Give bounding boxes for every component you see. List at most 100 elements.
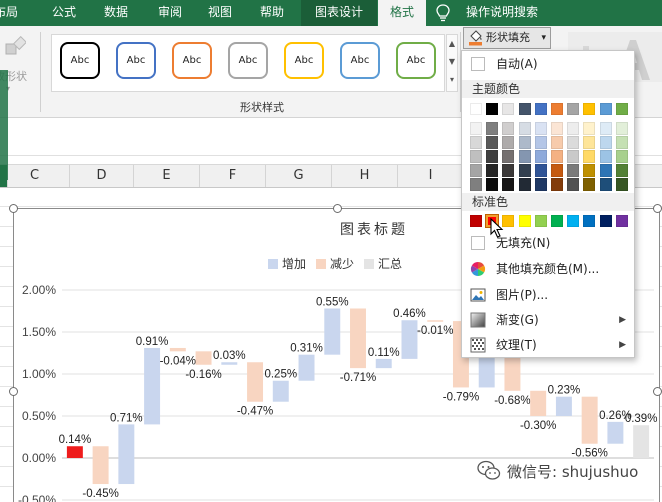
- gallery-more-icon[interactable]: ▾: [448, 72, 456, 88]
- theme-shade-swatch[interactable]: [518, 136, 531, 149]
- waterfall-bar-decrease[interactable]: [427, 320, 444, 322]
- theme-shade-swatch[interactable]: [551, 178, 563, 191]
- theme-shade-swatch[interactable]: [551, 136, 563, 149]
- theme-shade-swatch[interactable]: [615, 136, 628, 149]
- theme-shade-swatch[interactable]: [470, 150, 482, 163]
- menu-item-picture[interactable]: 图片(P)...: [462, 284, 634, 306]
- theme-shade-swatch[interactable]: [534, 150, 547, 163]
- waterfall-bar-total[interactable]: [633, 425, 650, 458]
- waterfall-bar-increase[interactable]: [144, 347, 161, 425]
- chart-resize-handle[interactable]: [9, 387, 18, 396]
- waterfall-bar-increase[interactable]: [478, 353, 495, 388]
- theme-color-swatch[interactable]: [551, 103, 563, 115]
- scroll-down-icon[interactable]: ▼: [448, 54, 456, 70]
- column-header-i[interactable]: I: [398, 165, 464, 187]
- theme-shade-swatch[interactable]: [615, 164, 628, 177]
- standard-color-swatch[interactable]: [599, 215, 612, 227]
- waterfall-bar-increase[interactable]: [401, 320, 418, 359]
- theme-shade-swatch[interactable]: [502, 136, 515, 149]
- theme-shade-swatch[interactable]: [551, 150, 563, 163]
- theme-shade-swatch[interactable]: [583, 136, 596, 149]
- waterfall-bar-decrease[interactable]: [195, 351, 212, 365]
- menu-item-more-colors[interactable]: 其他填充颜色(M)...: [462, 258, 634, 280]
- shape-style-swatch[interactable]: Abc: [60, 42, 100, 79]
- column-header-g[interactable]: G: [266, 165, 332, 187]
- shape-style-swatch[interactable]: Abc: [172, 42, 212, 79]
- ribbon-tab-0[interactable]: 布局: [0, 0, 26, 26]
- theme-shade-swatch[interactable]: [502, 150, 515, 163]
- theme-shade-swatch[interactable]: [502, 178, 515, 191]
- gallery-scroll[interactable]: ▲ ▼ ▾: [446, 34, 458, 92]
- theme-shade-swatch[interactable]: [470, 164, 482, 177]
- theme-color-swatch[interactable]: [583, 103, 596, 115]
- theme-shade-swatch[interactable]: [599, 178, 612, 191]
- menu-item-gradient[interactable]: 渐变(G) ▶: [462, 309, 634, 331]
- theme-shade-swatch[interactable]: [599, 136, 612, 149]
- waterfall-bar-increase[interactable]: [607, 421, 624, 444]
- waterfall-bar-increase[interactable]: [375, 358, 392, 369]
- theme-shade-swatch[interactable]: [518, 122, 531, 135]
- waterfall-bar-decrease[interactable]: [169, 347, 186, 352]
- theme-shade-swatch[interactable]: [599, 164, 612, 177]
- theme-shade-swatch[interactable]: [486, 136, 499, 149]
- chart-resize-handle[interactable]: [333, 204, 342, 213]
- ribbon-tab-5[interactable]: 帮助: [252, 0, 292, 26]
- theme-color-swatch[interactable]: [486, 103, 499, 115]
- theme-shade-swatch[interactable]: [518, 178, 531, 191]
- theme-shade-swatch[interactable]: [567, 122, 580, 135]
- theme-shade-swatch[interactable]: [470, 178, 482, 191]
- theme-shade-swatch[interactable]: [470, 136, 482, 149]
- waterfall-bar-decrease[interactable]: [504, 353, 521, 391]
- standard-color-swatch[interactable]: [615, 215, 628, 227]
- waterfall-bar-decrease[interactable]: [92, 446, 109, 485]
- theme-shade-swatch[interactable]: [534, 136, 547, 149]
- theme-shade-swatch[interactable]: [518, 164, 531, 177]
- ribbon-tab-1[interactable]: 公式: [44, 0, 84, 26]
- chart-resize-handle[interactable]: [653, 204, 662, 213]
- waterfall-bar-increase[interactable]: [118, 424, 135, 485]
- theme-shade-swatch[interactable]: [534, 122, 547, 135]
- theme-color-swatch[interactable]: [599, 103, 612, 115]
- theme-shade-swatch[interactable]: [534, 164, 547, 177]
- shape-fill-button[interactable]: 形状填充 ▾: [463, 27, 551, 49]
- theme-shade-swatch[interactable]: [583, 122, 596, 135]
- theme-color-swatch[interactable]: [615, 103, 628, 115]
- waterfall-bar-increase[interactable]: [272, 380, 289, 402]
- legend-entry[interactable]: 减少: [316, 255, 354, 272]
- legend-entry[interactable]: 增加: [268, 255, 306, 272]
- theme-shade-swatch[interactable]: [551, 164, 563, 177]
- legend-entry[interactable]: 汇总: [364, 255, 402, 272]
- ribbon-tab-8[interactable]: 操作说明搜索: [458, 0, 546, 26]
- column-header-e[interactable]: E: [134, 165, 200, 187]
- ribbon-tab-2[interactable]: 数据: [96, 0, 136, 26]
- theme-shade-swatch[interactable]: [615, 122, 628, 135]
- theme-shade-swatch[interactable]: [567, 164, 580, 177]
- column-header-d[interactable]: D: [70, 165, 134, 187]
- shape-style-swatch[interactable]: Abc: [284, 42, 324, 79]
- ribbon-tab-4[interactable]: 视图: [200, 0, 240, 26]
- theme-shade-swatch[interactable]: [583, 164, 596, 177]
- theme-shade-swatch[interactable]: [486, 122, 499, 135]
- theme-shade-swatch[interactable]: [518, 150, 531, 163]
- shape-style-swatch[interactable]: Abc: [396, 42, 436, 79]
- standard-color-swatch[interactable]: [567, 215, 580, 227]
- waterfall-bar-increase[interactable]: [555, 396, 572, 416]
- theme-shade-swatch[interactable]: [486, 178, 499, 191]
- waterfall-bar-decrease[interactable]: [350, 308, 366, 369]
- standard-color-swatch[interactable]: [502, 215, 515, 227]
- theme-color-swatch[interactable]: [502, 103, 515, 115]
- waterfall-bar-decrease[interactable]: [530, 390, 547, 416]
- chart-resize-handle[interactable]: [653, 387, 662, 396]
- ribbon-tab-3[interactable]: 审阅: [150, 0, 190, 26]
- theme-color-swatch[interactable]: [567, 103, 580, 115]
- theme-shade-swatch[interactable]: [599, 150, 612, 163]
- theme-shade-swatch[interactable]: [470, 122, 482, 135]
- theme-shade-swatch[interactable]: [567, 136, 580, 149]
- waterfall-bar-highlight[interactable]: [66, 446, 83, 458]
- menu-item-texture[interactable]: 纹理(T) ▶: [462, 334, 634, 356]
- theme-color-swatch[interactable]: [534, 103, 547, 115]
- theme-shade-swatch[interactable]: [534, 178, 547, 191]
- ribbon-tab-7[interactable]: 格式: [378, 0, 427, 26]
- column-header-h[interactable]: H: [332, 165, 398, 187]
- standard-color-swatch[interactable]: [534, 215, 547, 227]
